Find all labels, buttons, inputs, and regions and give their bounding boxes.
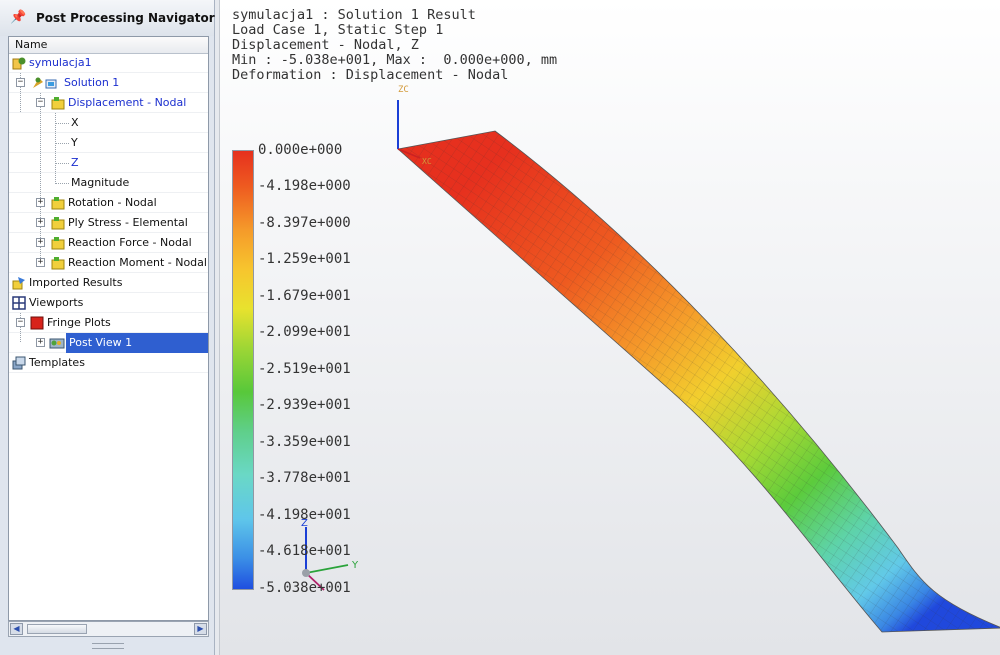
tree-label: Imported Results [29, 276, 123, 289]
post-view-icon [49, 338, 65, 349]
tree-item-post-view-1[interactable]: + Post View 1 [9, 333, 208, 353]
legend-tick: -1.679e+001 [258, 288, 351, 304]
tree-label: Solution 1 [64, 76, 120, 89]
graphics-viewport[interactable]: ZC XC Z Y symulacja1 : Solution 1 Result… [219, 0, 1000, 655]
expand-toggle[interactable]: + [36, 258, 45, 267]
tree-item-displacement-nodal[interactable]: − Displacement - Nodal [9, 93, 208, 113]
post-processing-navigator: 📌 Post Processing Navigator Name symulac… [0, 0, 215, 655]
model-triad-x-label: XC [422, 157, 432, 166]
tree-item-reaction-moment[interactable]: + Reaction Moment - Nodal [9, 253, 208, 273]
tree-label: Magnitude [71, 176, 130, 189]
result-folder-icon [51, 257, 65, 270]
expand-toggle[interactable]: + [36, 218, 45, 227]
tree-item-y[interactable]: Y [9, 133, 208, 153]
tree-label: Reaction Moment - Nodal [68, 256, 207, 269]
simulation-file-icon [12, 57, 26, 70]
templates-icon [12, 356, 26, 370]
info-line-result-type: Displacement - Nodal, Z [232, 37, 419, 53]
info-line-min-max: Min : -5.038e+001, Max : 0.000e+000, mm [232, 52, 558, 68]
legend-tick: 0.000e+000 [258, 142, 343, 158]
tree-label: X [71, 116, 79, 129]
tree-item-solution-1[interactable]: − Solution 1 [9, 73, 208, 93]
legend-tick: -2.099e+001 [258, 324, 351, 340]
legend-tick: -4.198e+001 [258, 507, 351, 523]
info-line-load-case: Load Case 1, Static Step 1 [232, 22, 444, 38]
result-folder-icon [51, 237, 65, 250]
result-folder-icon [51, 197, 65, 210]
solution-icon [33, 77, 57, 89]
result-info-text: symulacja1 : Solution 1 Result Load Case… [232, 8, 557, 83]
fringe-plots-icon [30, 316, 44, 330]
info-line-deformation: Deformation : Displacement - Nodal [232, 67, 509, 83]
legend-tick: -8.397e+000 [258, 215, 351, 231]
triad-y-label: Y [351, 560, 359, 571]
legend-tick: -4.198e+000 [258, 178, 351, 194]
navigator-title: Post Processing Navigator [36, 11, 215, 25]
tree-item-imported-results[interactable]: Imported Results [9, 273, 208, 293]
tree-item-ply-stress[interactable]: + Ply Stress - Elemental [9, 213, 208, 233]
horizontal-scrollbar[interactable]: ◀ ▶ [8, 621, 209, 637]
result-folder-icon [51, 217, 65, 230]
info-line-solution: symulacja1 : Solution 1 Result [232, 7, 476, 23]
tree-label: Y [71, 136, 78, 149]
legend-tick: -4.618e+001 [258, 543, 351, 559]
expand-toggle[interactable]: + [36, 338, 45, 347]
imported-results-icon [12, 277, 25, 290]
scroll-left-arrow-icon[interactable]: ◀ [10, 623, 23, 635]
resize-grip[interactable] [92, 643, 124, 649]
tree-label: Templates [29, 356, 85, 369]
tree-item-magnitude[interactable]: Magnitude [9, 173, 208, 193]
tree-item-z[interactable]: Z [9, 153, 208, 173]
tree-label: Fringe Plots [47, 316, 111, 329]
tree-item-fringe-plots[interactable]: − Fringe Plots [9, 313, 208, 333]
tree-label: Displacement - Nodal [68, 96, 187, 109]
navigator-header: 📌 Post Processing Navigator [0, 0, 215, 36]
tree-label: symulacja1 [29, 56, 92, 69]
navigator-tree[interactable]: Name symulacja1 − Solution 1 − Displacem… [8, 36, 209, 621]
legend-tick: -3.778e+001 [258, 470, 351, 486]
legend-tick: -2.519e+001 [258, 361, 351, 377]
tree-item-viewports[interactable]: Viewports [9, 293, 208, 313]
model-triad-z-label: ZC [398, 85, 409, 95]
scroll-thumb[interactable] [27, 624, 87, 634]
tree-label: Reaction Force - Nodal [68, 236, 192, 249]
tree-label: Rotation - Nodal [68, 196, 157, 209]
tree-label: Z [71, 156, 79, 169]
viewports-icon [12, 296, 26, 310]
column-header-name[interactable]: Name [9, 37, 208, 54]
tree-label: Viewports [29, 296, 84, 309]
tree-label: Ply Stress - Elemental [68, 216, 188, 229]
expand-toggle[interactable]: + [36, 238, 45, 247]
tree-item-rotation-nodal[interactable]: + Rotation - Nodal [9, 193, 208, 213]
result-folder-icon [51, 97, 65, 110]
legend-tick: -1.259e+001 [258, 251, 351, 267]
tree-item-templates[interactable]: Templates [9, 353, 208, 373]
expand-toggle[interactable]: + [36, 198, 45, 207]
tree-item-x[interactable]: X [9, 113, 208, 133]
legend-tick: -2.939e+001 [258, 397, 351, 413]
fringe-legend-colorbar [232, 150, 254, 590]
collapse-toggle[interactable]: − [36, 98, 45, 107]
pin-icon[interactable]: 📌 [10, 10, 26, 26]
tree-item-reaction-force[interactable]: + Reaction Force - Nodal [9, 233, 208, 253]
legend-tick: -3.359e+001 [258, 434, 351, 450]
tree-label: Post View 1 [66, 333, 208, 353]
scroll-right-arrow-icon[interactable]: ▶ [194, 623, 207, 635]
collapse-toggle[interactable]: − [16, 318, 25, 327]
collapse-toggle[interactable]: − [16, 78, 25, 87]
tree-item-symulacja1[interactable]: symulacja1 [9, 53, 208, 73]
legend-tick: -5.038e+001 [258, 580, 351, 596]
